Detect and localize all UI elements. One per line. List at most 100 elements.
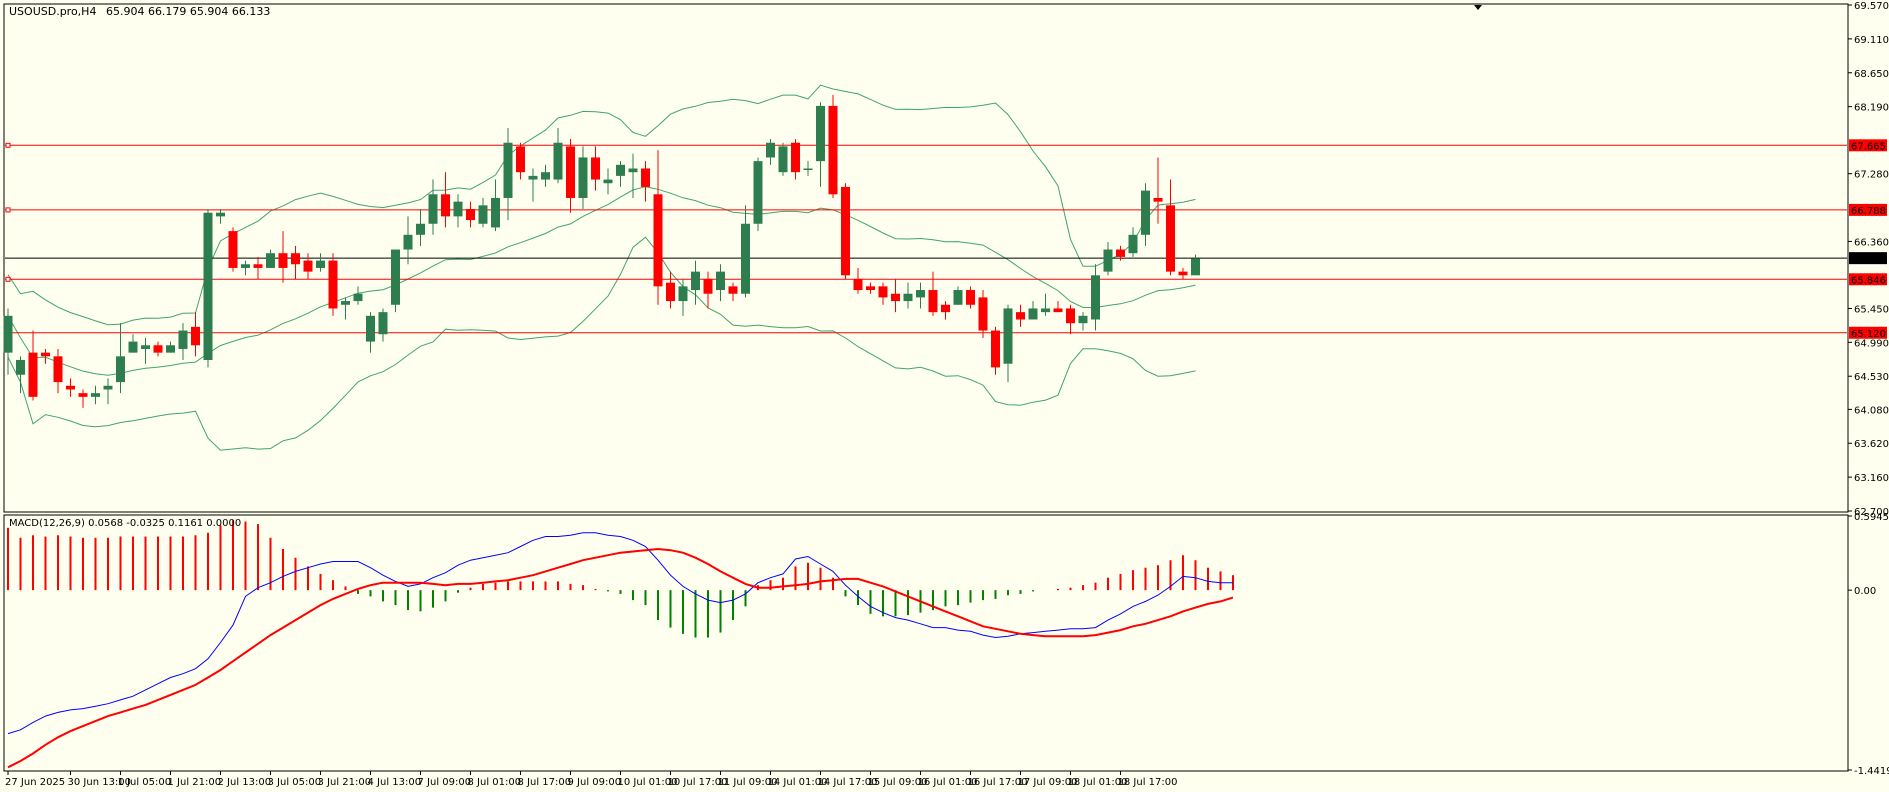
- candle-body: [266, 253, 275, 268]
- candle-body: [966, 290, 975, 305]
- time-axis-label: 27 Jun 2025: [5, 777, 65, 788]
- current-price-label: 66.133: [1851, 254, 1886, 265]
- candle-body: [878, 286, 888, 298]
- candle-body: [741, 223, 750, 294]
- price-axis-label: 69.570: [1854, 1, 1889, 12]
- candle-body: [1016, 312, 1025, 320]
- candle-body: [466, 209, 475, 221]
- candle-body: [853, 278, 863, 291]
- candle-body: [591, 157, 600, 180]
- candle-body: [403, 234, 413, 250]
- candle-body: [178, 330, 188, 349]
- candle-body: [503, 142, 513, 198]
- candle-body: [1153, 197, 1163, 202]
- candle-body: [1041, 308, 1050, 313]
- candle-body: [428, 194, 438, 224]
- candle-body: [1103, 249, 1113, 272]
- candle-body: [666, 282, 675, 302]
- candle-body: [391, 249, 400, 305]
- candle-body: [791, 142, 800, 173]
- candle-body: [78, 393, 88, 397]
- candle-body: [353, 293, 363, 302]
- time-axis-label: 9 Jul 09:00: [568, 777, 622, 788]
- candle-body: [491, 197, 500, 228]
- trading-chart[interactable]: 67.66566.78865.84665.12066.13369.57069.1…: [0, 0, 1889, 792]
- candle-body: [416, 223, 425, 235]
- candle-body: [478, 205, 488, 224]
- time-axis-label: 8 Jul 01:00: [468, 777, 522, 788]
- candle-body: [1166, 205, 1175, 272]
- candle-body: [816, 105, 825, 162]
- candle-body: [141, 345, 150, 349]
- macd-axis-label: 0.5945: [1854, 512, 1889, 523]
- candle-body: [453, 201, 463, 217]
- candle-body: [866, 286, 875, 291]
- level-line-handle: [5, 142, 11, 148]
- candle-body: [728, 286, 738, 294]
- price-axis-label: 64.990: [1854, 338, 1889, 349]
- candle-body: [803, 168, 813, 171]
- time-axis-label: 1 Jul 21:00: [168, 777, 222, 788]
- time-axis-label: 1 Jul 05:00: [118, 777, 172, 788]
- candle-body: [641, 168, 650, 187]
- level-price-label: 66.788: [1851, 206, 1886, 217]
- candle-body: [241, 264, 250, 268]
- candle-body: [753, 161, 763, 224]
- candle-body: [1003, 308, 1013, 364]
- candle-body: [891, 293, 900, 302]
- candle-body: [291, 253, 300, 265]
- candle-body: [516, 146, 525, 173]
- candle-body: [1116, 249, 1125, 257]
- price-axis-label: 69.110: [1854, 35, 1889, 46]
- price-axis-label: 65.450: [1854, 304, 1889, 315]
- candle-body: [678, 286, 688, 302]
- candle-body: [903, 293, 913, 302]
- price-axis-label: 63.620: [1854, 439, 1889, 450]
- candle-body: [566, 146, 575, 198]
- time-axis-label: 8 Jul 17:00: [518, 777, 572, 788]
- candle-body: [191, 326, 200, 346]
- candle-body: [91, 393, 100, 397]
- candle-body: [1053, 308, 1063, 313]
- level-price-label: 65.846: [1851, 275, 1886, 286]
- candle-body: [703, 278, 713, 294]
- candle-body: [528, 175, 538, 180]
- candle-body: [553, 142, 563, 180]
- candle-body: [828, 105, 838, 195]
- candle-body: [841, 186, 850, 276]
- price-axis-label: 67.280: [1854, 170, 1889, 181]
- candle-body: [278, 253, 288, 268]
- symbol-label: USOUSD.pro,H4 65.904 66.179 65.904 66.13…: [9, 5, 270, 18]
- candle-body: [66, 385, 75, 390]
- time-axis-label: 7 Jul 09:00: [418, 777, 472, 788]
- candle-body: [1178, 271, 1188, 276]
- candle-body: [953, 290, 963, 305]
- candle-body: [928, 290, 938, 313]
- ohlc-text: 65.904 66.179 65.904 66.133: [106, 5, 270, 18]
- candle-body: [253, 264, 263, 268]
- price-axis-label: 64.530: [1854, 372, 1889, 383]
- candle-body: [116, 356, 125, 383]
- candle-body: [366, 315, 375, 342]
- candle-body: [166, 345, 175, 353]
- price-axis-label: 63.160: [1854, 473, 1889, 484]
- candle-body: [766, 142, 775, 158]
- time-axis-label: 3 Jul 05:00: [268, 777, 322, 788]
- candle-body: [653, 194, 663, 287]
- candle-body: [103, 385, 113, 390]
- candle-body: [53, 356, 63, 383]
- candle-body: [691, 271, 700, 291]
- candle-body: [441, 194, 450, 217]
- candle-body: [153, 345, 163, 353]
- time-axis-label: 18 Jul 17:00: [1118, 777, 1178, 788]
- candle-body: [216, 212, 225, 217]
- time-axis-label: 3 Jul 21:00: [318, 777, 372, 788]
- macd-header: MACD(12,26,9) 0.0568 -0.0325 0.1161 0.00…: [9, 518, 241, 529]
- price-axis-label: 68.650: [1854, 69, 1889, 80]
- candle-body: [578, 157, 588, 198]
- candle-body: [16, 360, 25, 375]
- chart-background: [0, 0, 1889, 792]
- candle-body: [628, 168, 638, 173]
- candle-body: [28, 352, 38, 397]
- candle-body: [341, 301, 350, 305]
